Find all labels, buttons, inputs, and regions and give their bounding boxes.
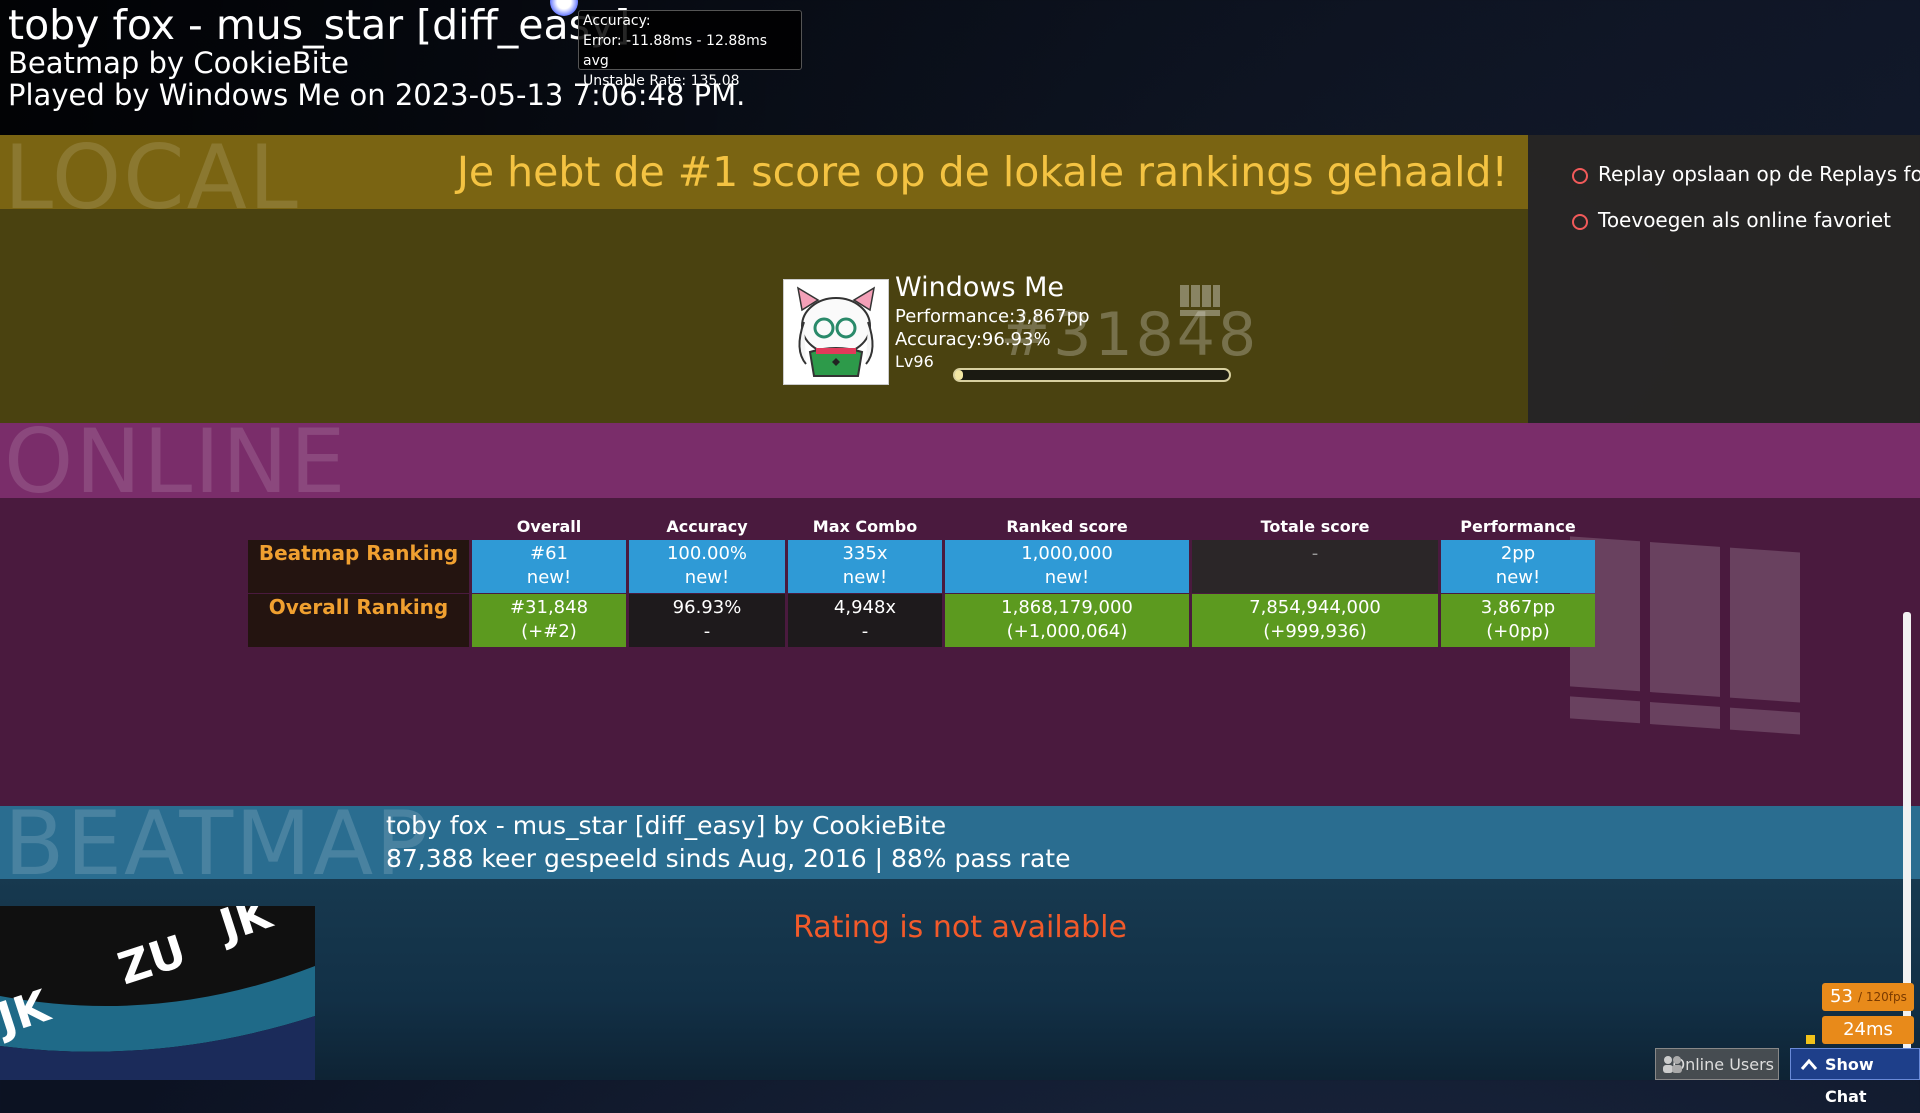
cell-delta: new!: [842, 567, 888, 588]
table-cell: 2pp new!: [1441, 540, 1595, 593]
cell-value: 4,948x: [833, 597, 897, 618]
table-cell: #61 new!: [472, 540, 626, 593]
table-cell: 100.00% new!: [629, 540, 785, 593]
show-chat-label: Show Chat: [1825, 1055, 1874, 1106]
cell-value: 2pp: [1500, 543, 1536, 564]
chevron-up-icon: [1799, 1049, 1819, 1090]
tooltip-line: Accuracy:: [583, 13, 651, 29]
beatmap-ranking-label: Beatmap Ranking: [248, 540, 469, 593]
tooltip-line: Error: -11.88ms - 12.88ms avg: [583, 33, 768, 69]
cell-delta: new!: [1044, 567, 1090, 588]
cell-delta: -: [703, 621, 711, 642]
cell-delta: (+0pp): [1486, 621, 1550, 642]
avatar[interactable]: [783, 279, 889, 385]
table-cell: 1,000,000 new!: [945, 540, 1189, 593]
local-body-band: [0, 209, 1528, 423]
cell-value: 3,867pp: [1480, 597, 1556, 618]
save-replay-label: Replay opslaan op de Replays folde: [1598, 162, 1920, 186]
latency-counter: 24ms: [1822, 1016, 1914, 1044]
accuracy-tooltip: Accuracy: Error: -11.88ms - 12.88ms avg …: [578, 10, 802, 89]
online-users-label: Online Users: [1672, 1055, 1775, 1074]
overall-ranking-label: Overall Ranking: [248, 594, 469, 647]
cell-value: 1,868,179,000: [1001, 597, 1133, 618]
local-rank-message: Je hebt de #1 score op de lokale ranking…: [456, 148, 1508, 196]
cell-value: 1,000,000: [1021, 543, 1113, 564]
table-cell: 96.93% -: [629, 594, 785, 647]
online-users-button[interactable]: Online Users: [1655, 1048, 1779, 1080]
table-cell: #31,848 (+#2): [472, 594, 626, 647]
cell-delta: new!: [684, 567, 730, 588]
save-replay-option[interactable]: Replay opslaan op de Replays folde: [1572, 162, 1920, 186]
table-cell: 1,868,179,000 (+1,000,064): [945, 594, 1189, 647]
song-title: toby fox - mus_star [diff_easy]: [8, 1, 631, 49]
cell-delta: -: [861, 621, 869, 642]
users-icon: [1660, 1049, 1684, 1090]
cell-value: #31,848: [509, 597, 589, 618]
table-cell: 3,867pp (+0pp): [1441, 594, 1595, 647]
add-favourite-option[interactable]: Toevoegen als online favoriet: [1572, 208, 1891, 232]
column-header-overall: Overall: [516, 517, 582, 536]
table-cell: -: [1192, 540, 1438, 593]
cell-value: 335x: [842, 543, 888, 564]
beatmap-section-label: BEATMAP: [4, 792, 431, 895]
cell-value: #61: [530, 543, 568, 564]
beatmap-stats: 87,388 keer gespeeld sinds Aug, 2016 | 8…: [386, 844, 1071, 873]
column-header-max-combo: Max Combo: [812, 517, 918, 536]
beatmap-background-image: JK ZU JK: [0, 906, 315, 1080]
online-section-label: ONLINE: [4, 410, 348, 513]
cell-value: 96.93%: [672, 597, 742, 618]
tooltip-line: Unstable Rate: 135.08: [583, 73, 740, 89]
cell-delta: (+#2): [521, 621, 577, 642]
fps-target: / 120fps: [1858, 990, 1907, 1004]
table-cell: 335x new!: [788, 540, 942, 593]
column-header-total-score: Totale score: [1260, 517, 1370, 536]
radio-circle-icon: [1572, 213, 1588, 230]
fps-value: 53: [1830, 986, 1853, 1007]
table-cell: 7,854,944,000 (+999,936): [1192, 594, 1438, 647]
cell-delta: (+999,936): [1263, 621, 1367, 642]
column-header-ranked-score: Ranked score: [1006, 517, 1128, 536]
radio-circle-icon: [1572, 167, 1588, 184]
add-favourite-label: Toevoegen als online favoriet: [1598, 208, 1892, 232]
level-progress-fill: [955, 370, 964, 380]
show-chat-button[interactable]: Show Chat: [1790, 1048, 1920, 1106]
mania-mode-icon: [1178, 283, 1222, 319]
fps-counter: 53 / 120fps: [1822, 983, 1914, 1011]
cell-value: 7,854,944,000: [1249, 597, 1381, 618]
cell-value: -: [1311, 543, 1319, 564]
cell-delta: new!: [1495, 567, 1541, 588]
cell-delta: (+1,000,064): [1006, 621, 1128, 642]
player-name[interactable]: Windows Me: [895, 272, 1064, 303]
status-indicator: [1806, 1035, 1815, 1044]
level-progress-bar: [953, 368, 1231, 382]
local-section-label: LOCAL: [4, 126, 300, 229]
column-header-accuracy: Accuracy: [666, 517, 748, 536]
cell-value: 100.00%: [666, 543, 748, 564]
beatmap-title: toby fox - mus_star [diff_easy] by Cooki…: [386, 811, 947, 840]
cell-delta: new!: [526, 567, 572, 588]
table-cell: 4,948x -: [788, 594, 942, 647]
column-header-performance: Performance: [1460, 517, 1576, 536]
player-level: Lv96: [895, 352, 934, 371]
